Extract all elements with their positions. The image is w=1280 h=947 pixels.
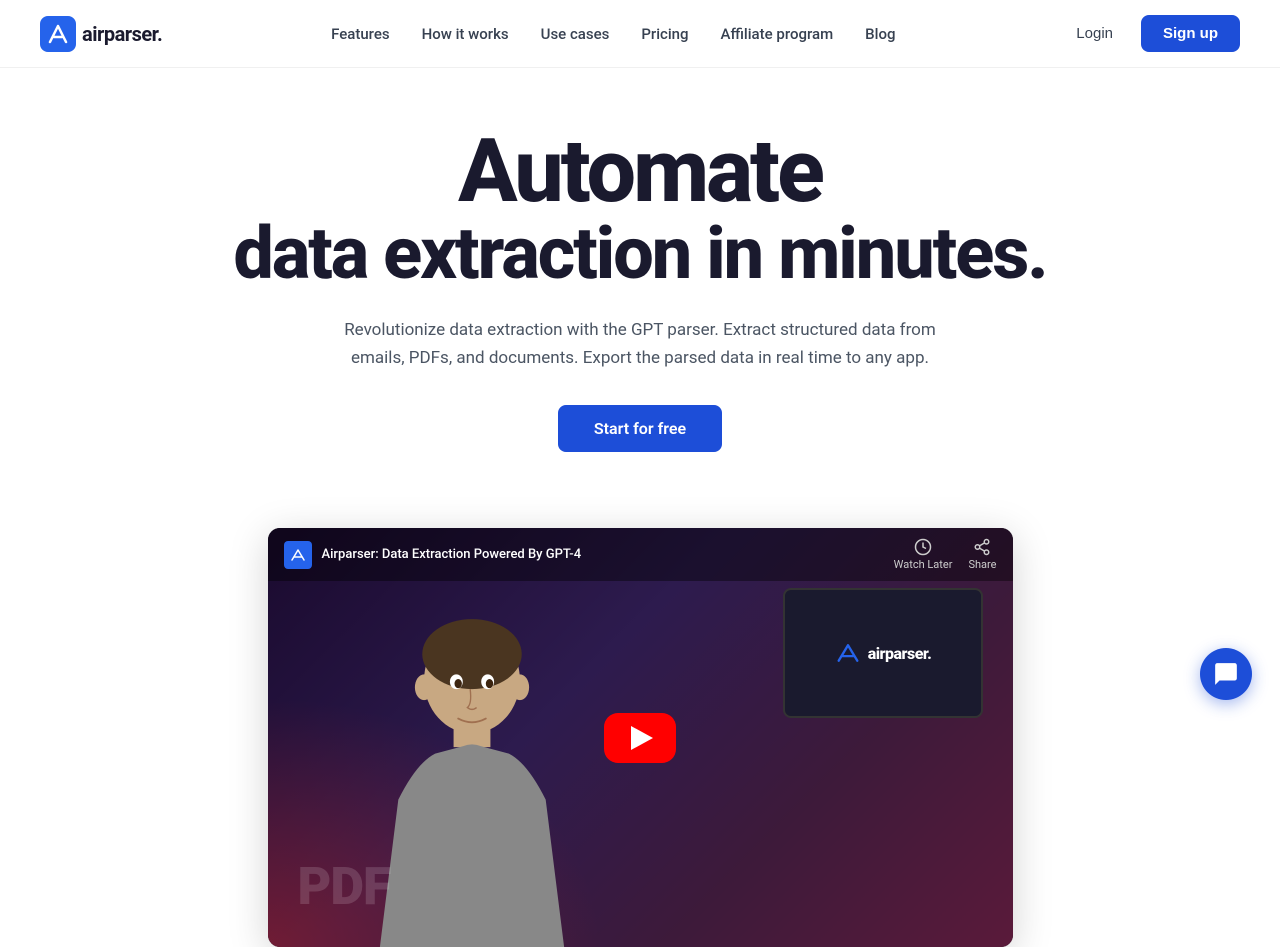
video-top-actions: Watch Later Share (894, 538, 997, 571)
watch-later-icon (914, 538, 932, 556)
nav-actions: Login Sign up (1064, 15, 1240, 52)
video-screen-logo-icon (834, 639, 862, 667)
nav-pricing[interactable]: Pricing (641, 25, 688, 43)
hero-description: Revolutionize data extraction with the G… (330, 316, 950, 374)
play-button[interactable] (604, 713, 676, 763)
nav-use-cases[interactable]: Use cases (541, 25, 610, 43)
video-container: Airparser: Data Extraction Powered By GP… (268, 528, 1013, 947)
hero-section: Automate data extraction in minutes. Rev… (0, 68, 1280, 492)
hero-title-main: Automate (40, 128, 1240, 216)
airparser-logo-icon (289, 546, 307, 564)
signup-button[interactable]: Sign up (1141, 15, 1240, 52)
login-button[interactable]: Login (1064, 17, 1125, 50)
watch-later-button[interactable]: Watch Later (894, 538, 953, 571)
hero-heading: Automate data extraction in minutes. (40, 128, 1240, 292)
chat-bubble-button[interactable] (1200, 648, 1252, 700)
share-icon (973, 538, 991, 556)
video-screen-logo-text: airparser. (868, 644, 932, 663)
hero-title-sub: data extraction in minutes. (40, 216, 1240, 292)
video-thumbnail: Airparser: Data Extraction Powered By GP… (268, 528, 1013, 947)
logo-icon (40, 16, 76, 52)
chat-icon (1213, 661, 1239, 687)
video-pdf-text: PDF (298, 856, 391, 917)
video-screen: airparser. (783, 588, 983, 718)
share-button[interactable]: Share (968, 538, 996, 571)
video-title: Airparser: Data Extraction Powered By GP… (322, 547, 894, 562)
watch-later-label: Watch Later (894, 558, 953, 571)
video-screen-logo: airparser. (834, 639, 932, 667)
share-label: Share (968, 558, 996, 571)
video-channel-logo (284, 541, 312, 569)
nav-affiliate[interactable]: Affiliate program (721, 25, 834, 43)
nav-features[interactable]: Features (331, 25, 389, 43)
logo[interactable]: airparser. (40, 16, 162, 52)
logo-text: airparser. (82, 22, 162, 46)
play-triangle-icon (631, 726, 653, 750)
nav-how-it-works[interactable]: How it works (422, 25, 509, 43)
nav-links: Features How it works Use cases Pricing … (331, 24, 895, 43)
navbar: airparser. Features How it works Use cas… (0, 0, 1280, 68)
start-free-button[interactable]: Start for free (558, 405, 722, 452)
nav-blog[interactable]: Blog (865, 25, 895, 43)
